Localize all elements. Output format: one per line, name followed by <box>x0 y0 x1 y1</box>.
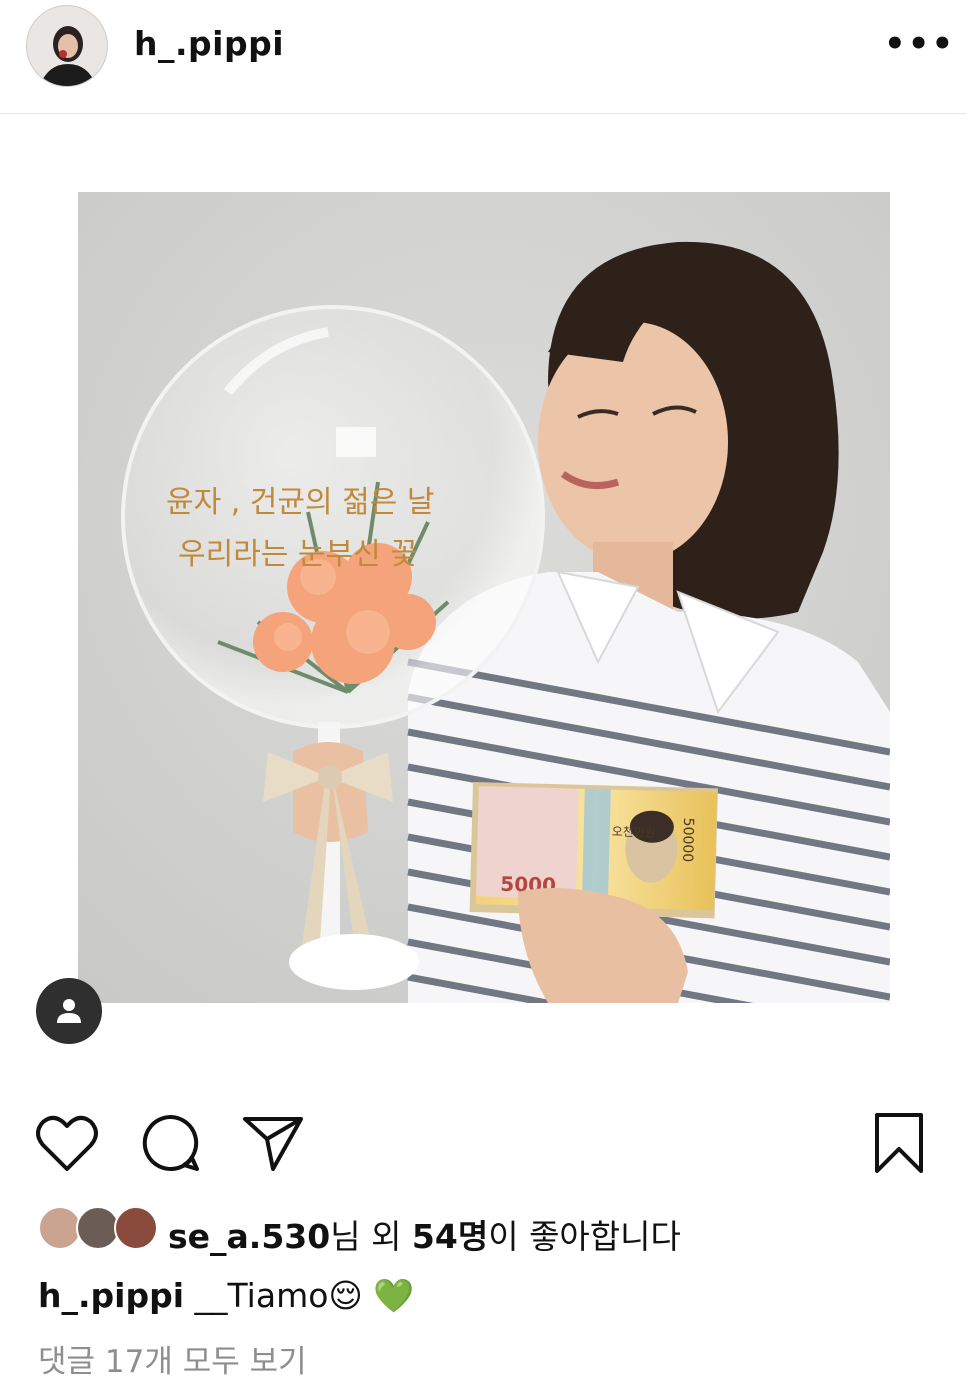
post-media: 5000 50000 오천만원 윤자 , 건균의 젊은 날 우리라는 눈부신 꽃 <box>0 115 966 1080</box>
banknote-value: 50000 <box>679 817 696 862</box>
balloon-text-line2: 우리라는 눈부신 꽃 <box>178 537 418 572</box>
liker-avatars <box>38 1204 158 1254</box>
bookmark-icon[interactable] <box>864 1108 934 1178</box>
tagged-people-button[interactable] <box>36 978 102 1044</box>
avatar-image <box>27 6 107 86</box>
liker-name[interactable]: se_a.530 <box>168 1217 330 1256</box>
likes-suffix: 이 좋아합니다 <box>488 1217 681 1256</box>
post-caption: h_.pippi __Tiamo😌 💚 <box>38 1276 414 1316</box>
likes-count[interactable]: 54명 <box>412 1217 488 1256</box>
header-username[interactable]: h_.pippi <box>134 24 284 63</box>
likes-connector: 님 외 <box>330 1217 412 1256</box>
post-header: h_.pippi ••• <box>0 0 966 114</box>
post-photo[interactable]: 5000 50000 오천만원 윤자 , 건균의 젊은 날 우리라는 눈부신 꽃 <box>78 192 890 1003</box>
banknote-label: 오천만원 <box>612 824 657 840</box>
person-icon <box>57 999 81 1023</box>
caption-text: __Tiamo😌 💚 <box>194 1276 415 1315</box>
send-icon[interactable] <box>238 1108 308 1178</box>
view-all-comments-link[interactable]: 댓글 17개 모두 보기 <box>38 1336 307 1379</box>
heart-icon[interactable] <box>32 1108 102 1178</box>
comment-icon[interactable] <box>136 1108 206 1178</box>
profile-avatar[interactable] <box>26 5 108 87</box>
likes-summary[interactable]: se_a.530님 외 54명이 좋아합니다 <box>38 1204 938 1256</box>
liker-avatar <box>114 1206 158 1250</box>
likes-text: se_a.530님 외 54명이 좋아합니다 <box>168 1210 681 1258</box>
balloon-text-line1: 윤자 , 건균의 젊은 날 <box>166 485 434 520</box>
post-actions <box>0 1108 966 1180</box>
caption-username[interactable]: h_.pippi <box>38 1276 184 1315</box>
photo-illustration: 5000 50000 오천만원 윤자 , 건균의 젊은 날 우리라는 눈부신 꽃 <box>78 192 890 1003</box>
more-options-icon[interactable]: ••• <box>884 24 953 64</box>
